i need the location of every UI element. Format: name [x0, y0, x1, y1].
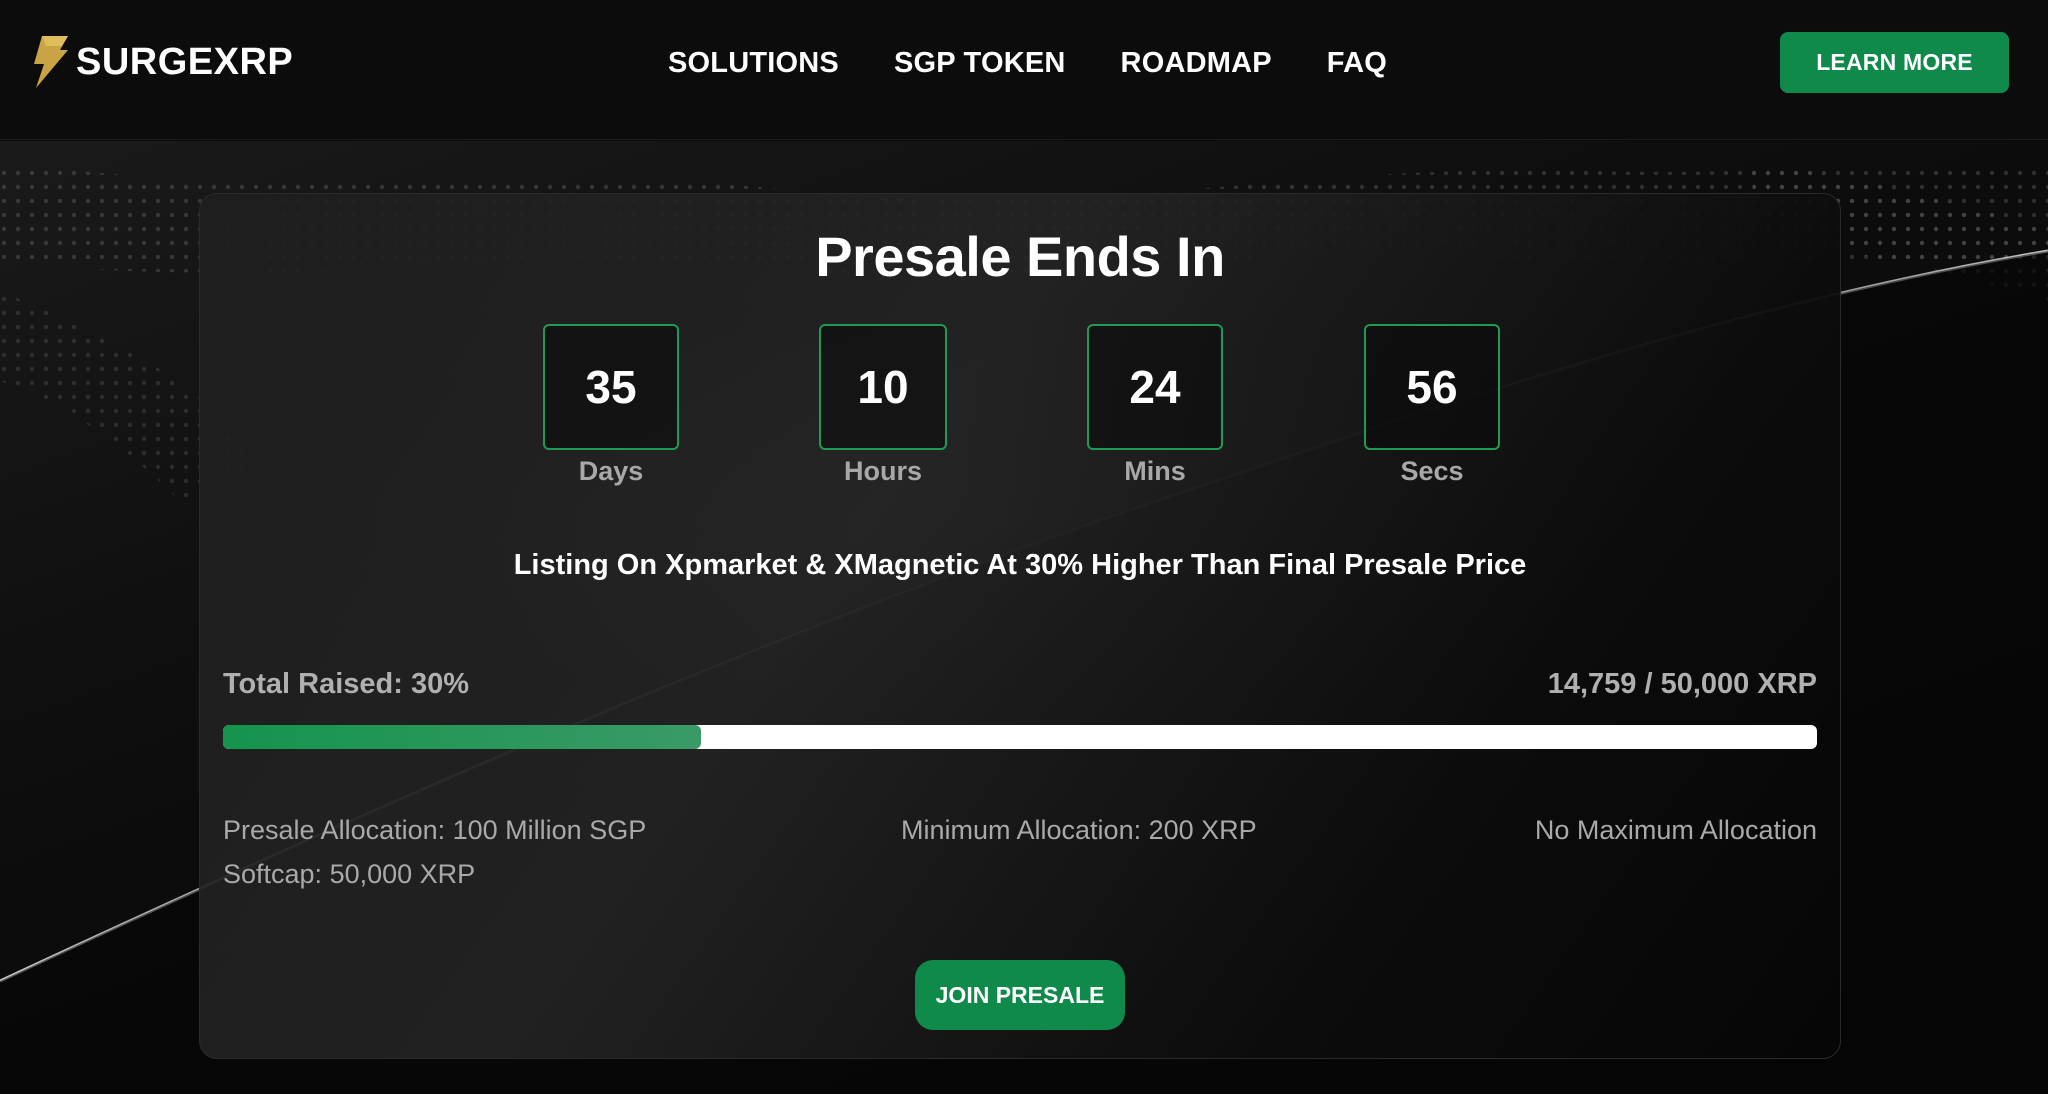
countdown-hours-label: Hours: [843, 456, 922, 486]
main-nav: SOLUTIONS SGP TOKEN ROADMAP FAQ: [668, 40, 1387, 86]
countdown-hours-value: 10: [819, 324, 947, 450]
join-presale-button[interactable]: JOIN PRESALE: [915, 960, 1125, 1030]
maximum-allocation: No Maximum Allocation: [1534, 815, 1817, 845]
countdown-secs-value: 56: [1364, 324, 1500, 450]
presale-title: Presale Ends In: [815, 225, 1225, 288]
raise-progress-fill: [223, 725, 702, 749]
page: SURGEXRP SOLUTIONS SGP TOKEN ROADMAP FAQ…: [0, 0, 2048, 1094]
presale-allocation: Presale Allocation: 100 Million SGP: [223, 815, 647, 845]
site-header: SURGEXRP SOLUTIONS SGP TOKEN ROADMAP FAQ…: [0, 0, 2048, 140]
listing-notice: Listing On Xpmarket & XMagnetic At 30% H…: [513, 549, 1527, 581]
softcap: Softcap: 50,000 XRP: [223, 859, 476, 889]
raised-amount: 14,759 / 50,000 XRP: [1547, 668, 1817, 700]
presale-card: Presale Ends In 35 Days 10 Hours 24 Mins…: [199, 193, 1841, 1059]
countdown-secs-label: Secs: [1400, 456, 1464, 486]
brand-name: SURGEXRP: [76, 40, 294, 83]
nav-sgp-token[interactable]: SGP TOKEN: [894, 47, 1066, 80]
raise-progress-bar: [223, 725, 1817, 749]
countdown-mins-value: 24: [1087, 324, 1223, 450]
countdown-days-label: Days: [578, 456, 644, 486]
countdown-days-value: 35: [543, 324, 679, 450]
nav-roadmap[interactable]: ROADMAP: [1121, 47, 1272, 80]
lightning-bolt-logo-icon: [34, 36, 68, 88]
countdown-hours: 10 Hours: [819, 324, 955, 487]
countdown-secs: 56 Secs: [1364, 324, 1500, 487]
minimum-allocation: Minimum Allocation: 200 XRP: [901, 815, 1257, 845]
countdown-days: 35 Days: [543, 324, 679, 487]
nav-faq[interactable]: FAQ: [1327, 47, 1387, 80]
learn-more-button[interactable]: LEARN MORE: [1780, 32, 2009, 93]
brand-logo[interactable]: SURGEXRP: [28, 34, 293, 90]
nav-solutions[interactable]: SOLUTIONS: [668, 47, 839, 80]
total-raised-label: Total Raised: 30%: [223, 668, 470, 700]
countdown-mins-label: Mins: [1124, 456, 1186, 486]
countdown-mins: 24 Mins: [1087, 324, 1223, 487]
